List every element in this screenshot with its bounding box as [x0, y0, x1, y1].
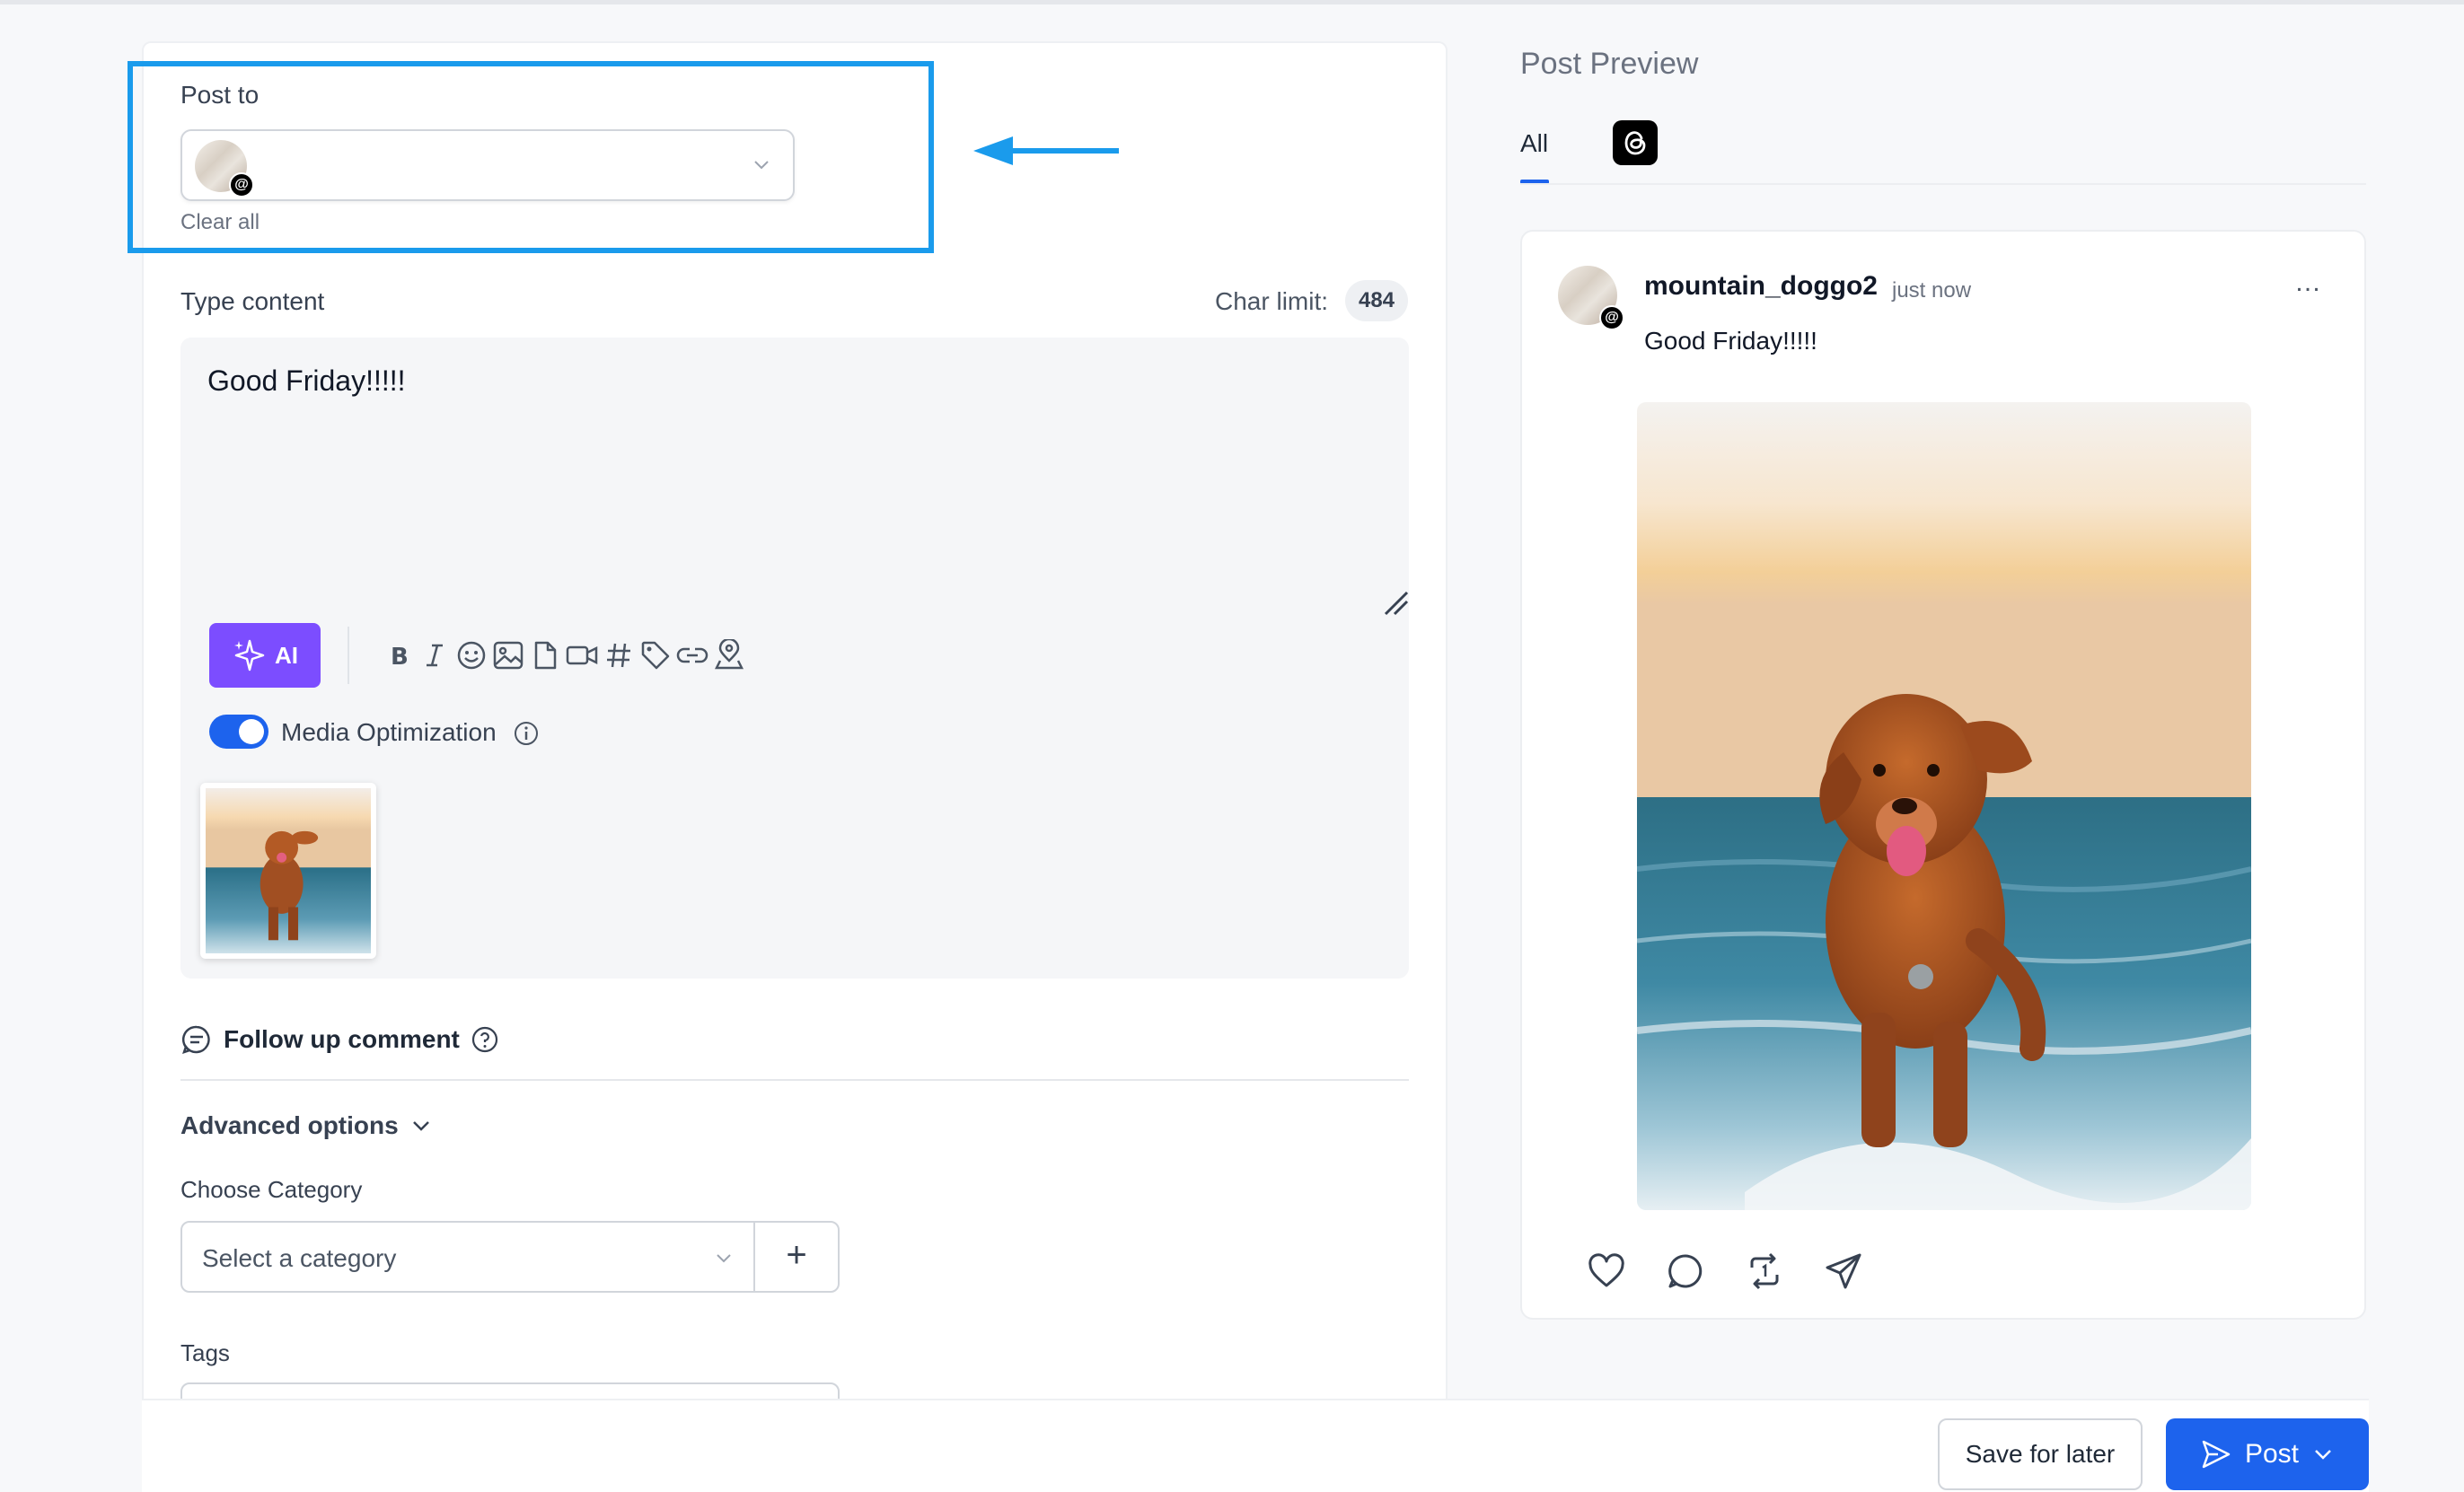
preview-title: Post Preview — [1520, 47, 1699, 81]
preview-dog-photo — [1637, 402, 2251, 1210]
help-icon[interactable] — [471, 1025, 499, 1054]
tab-threads[interactable] — [1613, 120, 1658, 165]
comment-icon — [181, 1025, 210, 1054]
svg-text:B: B — [391, 644, 409, 669]
preview-text: Good Friday!!!!! — [1644, 327, 1817, 355]
media-optimization-label: Media Optimization — [281, 718, 497, 746]
post-preview-card: @ mountain_doggo2 just now … Good Friday… — [1520, 230, 2366, 1320]
avatar: @ — [1558, 266, 1624, 330]
tags-label: Tags — [180, 1339, 230, 1366]
toolbar-divider — [348, 627, 349, 684]
arrow-left-icon — [973, 136, 1119, 165]
ai-label: AI — [275, 641, 298, 669]
preview-username: mountain_doggo2 — [1644, 271, 1878, 301]
media-optimization-toggle[interactable] — [209, 715, 268, 749]
chevron-down-icon — [412, 1121, 429, 1131]
tab-all[interactable]: All — [1520, 129, 1548, 158]
resize-handle-icon[interactable] — [1382, 589, 1409, 616]
ai-button[interactable]: AI — [209, 623, 321, 688]
media-thumbnail[interactable] — [200, 783, 376, 959]
sparkle-icon — [234, 639, 265, 671]
category-select[interactable]: Select a category — [180, 1221, 755, 1293]
char-limit-label: Char limit: — [1215, 287, 1329, 315]
post-label: Post — [2244, 1439, 2300, 1469]
tabs-divider — [1520, 183, 2366, 185]
share-icon[interactable] — [1824, 1251, 1863, 1291]
location-icon[interactable] — [708, 634, 751, 677]
content-editor[interactable]: Good Friday!!!!! AI B Media Optimization — [180, 338, 1409, 979]
advanced-options-label: Advanced options — [180, 1111, 399, 1139]
chevron-down-icon — [717, 1254, 731, 1263]
content-text[interactable]: Good Friday!!!!! — [207, 364, 406, 398]
category-placeholder: Select a category — [202, 1244, 397, 1272]
follow-up-label: Follow up comment — [224, 1025, 460, 1053]
chevron-down-icon[interactable] — [2311, 1443, 2335, 1466]
advanced-options-toggle[interactable]: Advanced options — [180, 1111, 433, 1140]
save-for-later-button[interactable]: Save for later — [1938, 1418, 2143, 1490]
comment-icon[interactable] — [1666, 1251, 1705, 1291]
threads-badge-icon: @ — [1599, 305, 1624, 330]
dog-photo-thumbnail — [206, 788, 371, 953]
send-icon — [2202, 1440, 2231, 1469]
post-button[interactable]: Post — [2166, 1418, 2369, 1490]
top-border — [0, 0, 2464, 4]
repost-icon[interactable] — [1745, 1251, 1784, 1291]
highlight-box — [128, 61, 934, 253]
choose-category-label: Choose Category — [180, 1176, 363, 1203]
heart-icon[interactable] — [1587, 1251, 1626, 1291]
add-category-button[interactable]: + — [753, 1221, 840, 1293]
char-limit-badge: 484 — [1345, 280, 1408, 321]
threads-icon — [1624, 131, 1646, 155]
type-content-label: Type content — [180, 287, 325, 315]
info-icon[interactable] — [513, 720, 540, 747]
divider — [180, 1079, 1409, 1081]
more-options-icon[interactable]: … — [2294, 268, 2323, 298]
follow-up-comment[interactable]: Follow up comment — [180, 1023, 499, 1056]
preview-timestamp: just now — [1892, 278, 1972, 303]
